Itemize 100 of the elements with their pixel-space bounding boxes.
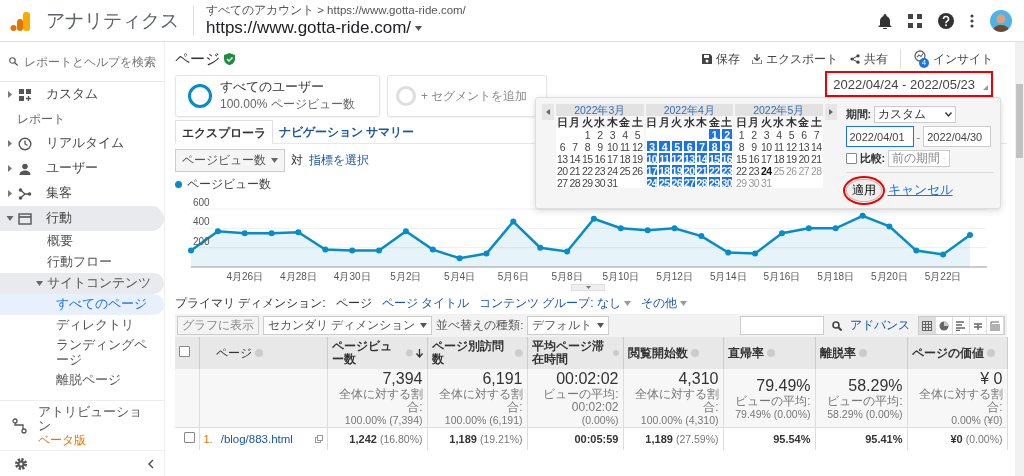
start-date-field[interactable]: 2022/04/01 (845, 126, 914, 147)
nav-item[interactable]: ディレクトリ (0, 315, 164, 336)
nav-item[interactable]: リアルタイム (0, 131, 164, 156)
toolbar-button[interactable]: 保存 (702, 49, 740, 69)
calendar-day[interactable]: 16 (747, 152, 760, 164)
calendar-day[interactable]: 25 (658, 176, 671, 188)
calendar-day[interactable]: 1 (708, 128, 721, 140)
calendar-day[interactable]: 10 (645, 152, 658, 164)
calendar-day[interactable]: 24 (760, 164, 773, 176)
tab[interactable]: ナビゲーション サマリー (273, 120, 421, 144)
calendar-day[interactable]: 18 (772, 152, 785, 164)
column-header[interactable]: 離脱率 (819, 346, 856, 360)
dimension-link[interactable]: その他 (641, 294, 688, 312)
calendar-day[interactable]: 15 (735, 152, 748, 164)
calendar-day[interactable]: 3 (645, 140, 658, 152)
breadcrumb[interactable]: すべてのアカウント > https://www.gotta-ride.com/ (206, 3, 466, 18)
column-header[interactable]: 直帰率 (727, 346, 764, 360)
calendar-day[interactable]: 29 (581, 176, 594, 188)
select-metric-link[interactable]: 指標を選択 (309, 151, 369, 169)
nav-item[interactable]: カスタム (0, 82, 164, 107)
calendar-day[interactable]: 23 (593, 164, 606, 176)
toolbar-button[interactable]: 共有 (850, 49, 888, 69)
nav-item[interactable]: 行動フロー (0, 252, 164, 273)
calendar-day[interactable]: 19 (631, 152, 644, 164)
calendar-day[interactable]: 11 (618, 140, 631, 152)
calendar-day[interactable]: 4 (658, 140, 671, 152)
calendar-day[interactable]: 11 (772, 140, 785, 152)
calendar-day[interactable]: 24 (606, 164, 619, 176)
calendar-day[interactable]: 17 (645, 164, 658, 176)
property-selector[interactable]: https://www.gotta-ride.com/ (206, 18, 466, 38)
dimension-link[interactable]: コンテンツ グループ: なし (479, 294, 632, 312)
tab[interactable]: エクスプローラ (175, 120, 273, 144)
nav-item[interactable]: 離脱ページ (0, 370, 164, 391)
calendar-day[interactable]: 24 (645, 176, 658, 188)
column-header[interactable]: ページ (215, 346, 252, 360)
calendar-day[interactable]: 21 (568, 164, 581, 176)
calendar-day[interactable]: 13 (683, 152, 696, 164)
count-badge: 4 (919, 58, 929, 68)
calendar-day[interactable]: 20 (797, 152, 810, 164)
calendar-day[interactable]: 18 (658, 164, 671, 176)
dimension-link[interactable]: ページ (335, 294, 372, 312)
toolbar-button[interactable]: エクスポート (752, 49, 838, 69)
calendar-day[interactable]: 10 (606, 140, 619, 152)
segment-card[interactable]: すべてのユーザー 100.00% ページビュー数 (175, 75, 380, 117)
calendar-day[interactable]: 19 (785, 152, 798, 164)
calendar-day[interactable]: 17 (760, 152, 773, 164)
nav-item[interactable]: 概要 (0, 231, 164, 252)
apply-button[interactable]: 適用 (845, 179, 882, 202)
calendar-day[interactable]: 26 (631, 164, 644, 176)
period-dropdown[interactable]: カスタム (874, 106, 957, 123)
toolbar-button[interactable]: 4 インサイト (900, 49, 993, 69)
dimension-link[interactable]: ページ タイトル (381, 294, 469, 312)
calendar-day[interactable]: 30 (593, 176, 606, 188)
page-link[interactable]: /blog/883.html (220, 432, 293, 445)
calendar-day[interactable]: 27 (683, 176, 696, 188)
calendar-day[interactable]: 15 (708, 152, 721, 164)
secondary-dimension-dropdown[interactable]: セカンダリ ディメンション (263, 316, 433, 335)
end-date-field[interactable]: 2022/04/30 (923, 126, 992, 147)
metric-dropdown[interactable]: ページビュー数 (175, 148, 285, 172)
calendar-day[interactable]: 14 (810, 140, 823, 152)
total-note: 全体に対する割合: (437, 388, 523, 414)
calendar-day[interactable]: 22 (735, 164, 748, 176)
calendar-day[interactable]: 8 (708, 140, 721, 152)
calendar-day[interactable]: 20 (556, 164, 569, 176)
sort-type-dropdown[interactable]: デフォルト (527, 316, 610, 335)
nav-item[interactable]: すべてのページ (0, 294, 164, 315)
calendar-day[interactable]: 31 (606, 176, 619, 188)
nav-item[interactable]: 行動 (0, 206, 164, 231)
calendar-day[interactable]: 13 (556, 152, 569, 164)
calendar-day[interactable]: 17 (606, 152, 619, 164)
search-field[interactable]: レポートとヘルプを検索 (24, 54, 164, 69)
calendar-day[interactable]: 13 (797, 140, 810, 152)
calendar-day[interactable]: 28 (568, 176, 581, 188)
nav-item[interactable]: サイトコンテンツ (0, 273, 164, 294)
nav-item[interactable]: ユーザー (0, 156, 164, 181)
calendar-day[interactable]: 15 (581, 152, 594, 164)
calendar-day[interactable]: 6 (683, 140, 696, 152)
nav-item[interactable]: ランディングページ (0, 336, 164, 370)
calendar-day[interactable]: 18 (618, 152, 631, 164)
nav-item[interactable]: 集客 (0, 181, 164, 206)
cell-value: 1,189 (645, 432, 673, 445)
calendar-day[interactable]: 12 (631, 140, 644, 152)
advanced-link[interactable]: アドバンス (850, 317, 910, 334)
cell-share: (16.80%) (379, 432, 423, 445)
calendar-day[interactable]: 21 (810, 152, 823, 164)
calendar-day[interactable]: 20 (683, 164, 696, 176)
calendar-day[interactable]: 22 (581, 164, 594, 176)
calendar-day[interactable]: 10 (760, 140, 773, 152)
calendar-day[interactable]: 23 (747, 164, 760, 176)
calendar-day[interactable]: 25 (618, 164, 631, 176)
calendar-day[interactable]: 27 (556, 176, 569, 188)
calendar-day[interactable]: 16 (593, 152, 606, 164)
calendar-day[interactable]: 11 (658, 152, 671, 164)
cancel-link[interactable]: キャンセル (887, 182, 953, 199)
nav-item[interactable]: アトリビューション (38, 404, 150, 433)
date-range-selector[interactable]: 2022/04/24 - 2022/05/23 (825, 71, 993, 97)
calendar-day[interactable]: 12 (785, 140, 798, 152)
calendar-day[interactable]: 29 (708, 176, 721, 188)
calendar-day[interactable]: 22 (708, 164, 721, 176)
calendar-day[interactable]: 14 (568, 152, 581, 164)
